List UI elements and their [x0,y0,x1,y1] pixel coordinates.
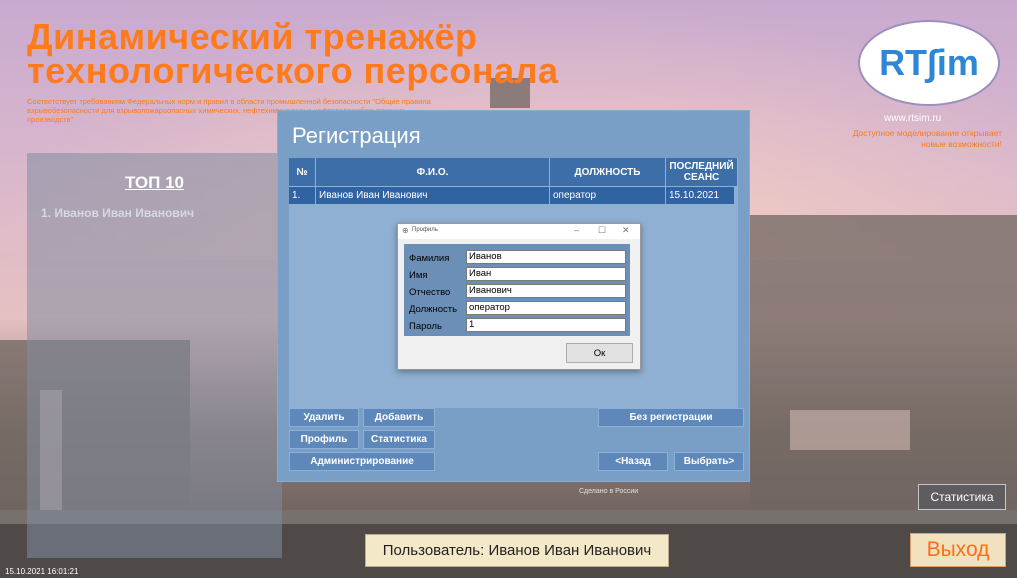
top10-panel: ТОП 10 1. Иванов Иван Иванович [27,153,282,558]
cell-num: 1. [289,187,316,204]
label-position: Должность [409,304,458,315]
app-icon: ⊕ [402,226,409,235]
top10-item: 1. Иванов Иван Иванович [41,206,195,220]
statistics-side-button[interactable]: Статистика [918,484,1006,510]
label-last-name: Фамилия [409,253,450,264]
minimize-icon[interactable]: – [574,225,579,235]
add-button[interactable]: Добавить [363,408,435,427]
logo-text: RT∫im [879,42,979,83]
label-first-name: Имя [409,270,428,281]
cell-position: оператор [550,187,666,204]
admin-button[interactable]: Администрирование [289,452,435,471]
app-title: Динамический тренажёр технологического п… [27,16,559,91]
current-user-label: Пользователь: Иванов Иван Иванович [365,534,669,567]
delete-button[interactable]: Удалить [289,408,359,427]
cell-name: Иванов Иван Иванович [316,187,550,204]
profile-dialog: ⊕ Профиль – ☐ ✕ Фамилия Иванов Имя Иван … [397,223,641,370]
first-name-field[interactable]: Иван [466,267,626,281]
profile-button[interactable]: Профиль [289,430,359,449]
dialog-title: Профиль [412,227,438,233]
plant-lights-right [790,410,910,450]
back-button[interactable]: <Назад [598,452,668,471]
position-field[interactable]: оператор [466,301,626,315]
app-title-line1: Динамический тренажёр [27,16,478,57]
top10-title: ТОП 10 [124,173,185,192]
registration-title: Регистрация [292,123,421,148]
patronymic-field[interactable]: Иванович [466,284,626,298]
ok-button[interactable]: Ок [566,343,633,363]
label-password: Пароль [409,321,442,332]
plant-structure-right [750,215,1017,505]
statistics-button[interactable]: Статистика [363,430,435,449]
column-header-num[interactable]: № [289,158,316,186]
cell-last-session: 15.10.2021 [666,187,735,204]
dialog-titlebar[interactable]: ⊕ Профиль – ☐ ✕ [398,224,640,239]
rtsim-logo: RT∫im [858,20,1000,106]
profile-form: Фамилия Иванов Имя Иван Отчество Иванови… [404,244,630,336]
close-icon[interactable]: ✕ [622,225,630,236]
no-registration-button[interactable]: Без регистрации [598,408,744,427]
made-in-russia: Сделано в России [579,488,639,495]
app-title-line2: технологического персонала [27,50,559,91]
maximize-icon[interactable]: ☐ [598,225,606,236]
logo-url: www.rtsim.ru [884,113,942,124]
logo-slogan: Доступное моделирование открывает новые … [852,128,1002,149]
column-header-name[interactable]: Ф.И.О. [316,158,550,186]
last-name-field[interactable]: Иванов [466,250,626,264]
password-field[interactable]: 1 [466,318,626,332]
column-header-position[interactable]: ДОЛЖНОСТЬ [550,158,666,186]
label-patronymic: Отчество [409,287,451,298]
exit-button[interactable]: Выход [910,533,1006,567]
column-header-last-session[interactable]: ПОСЛЕДНИЙ СЕАНС [666,158,738,186]
select-button[interactable]: Выбрать> [674,452,744,471]
datetime-label: 15.10.2021 16:01:21 [5,567,79,576]
